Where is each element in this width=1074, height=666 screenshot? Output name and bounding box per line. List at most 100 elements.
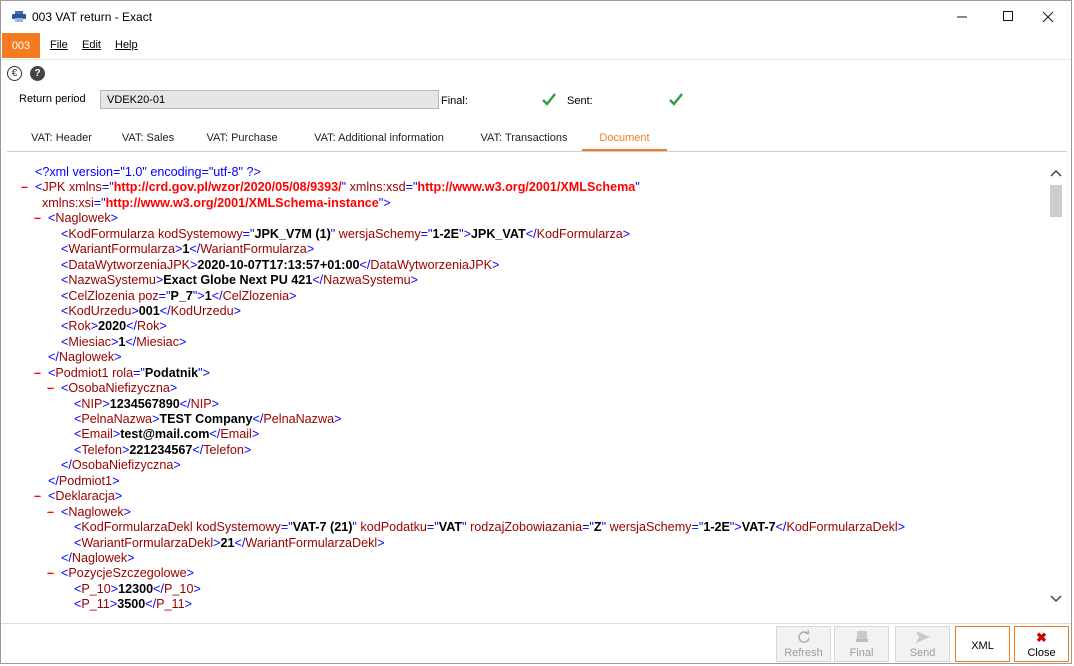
xml-line: <KodUrzedu>001</KodUrzedu> (7, 304, 1047, 319)
xml-label: XML (971, 640, 994, 652)
collapse-toggle[interactable]: – (21, 180, 28, 195)
return-period-field[interactable]: VDEK20-01 (100, 90, 439, 109)
xml-line: </OsobaNiefizyczna> (7, 458, 1047, 473)
send-button[interactable]: Send (895, 626, 950, 662)
tab-vat-purchase[interactable]: VAT: Purchase (197, 129, 287, 151)
tab-vat-transactions[interactable]: VAT: Transactions (471, 129, 577, 151)
menu-edit[interactable]: Edit (82, 39, 101, 51)
xml-line: <WariantFormularza>1</WariantFormularza> (7, 242, 1047, 257)
minimize-icon (956, 16, 967, 18)
vertical-scrollbar[interactable] (1047, 153, 1065, 613)
xml-line-content: </Naglowek> (48, 350, 122, 365)
xml-line-content: <DataWytworzeniaJPK>2020-10-07T17:13:57+… (61, 257, 500, 272)
xml-line: – <PozycjeSzczegolowe> (7, 566, 1047, 581)
xml-line-content: <Miesiac>1</Miesiac> (61, 334, 187, 349)
send-label: Send (909, 647, 936, 659)
xml-line: <CelZlozenia poz="P_7">1</CelZlozenia> (7, 289, 1047, 304)
printer-icon (12, 11, 26, 22)
xml-line-content: <KodFormularza kodSystemowy="JPK_V7M (1)… (61, 226, 631, 241)
xml-line-content: <Naglowek> (61, 504, 132, 519)
final-label: Final: (441, 95, 468, 107)
company-badge[interactable]: 003 (2, 33, 40, 58)
xml-line-content: <OsobaNiefizyczna> (61, 381, 178, 396)
scroll-thumb[interactable] (1050, 185, 1062, 217)
xml-content: <?xml version="1.0" encoding="utf-8" ?> –… (7, 165, 1047, 613)
xml-line: </Podmiot1> (7, 474, 1047, 489)
xml-button[interactable]: XML (955, 626, 1010, 662)
xml-line: <PelnaNazwa>TEST Company</PelnaNazwa> (7, 412, 1047, 427)
maximize-icon (1002, 11, 1013, 21)
xml-line: <NazwaSystemu>Exact Globe Next PU 421</N… (7, 273, 1047, 288)
xml-line-content: </OsobaNiefizyczna> (61, 458, 181, 473)
xml-line: <KodFormularza kodSystemowy="JPK_V7M (1)… (7, 227, 1047, 242)
minimize-button[interactable] (939, 1, 985, 32)
xml-line-content: <WariantFormularza>1</WariantFormularza> (61, 242, 315, 257)
xml-line: <WariantFormularzaDekl>21</WariantFormul… (7, 536, 1047, 551)
sent-label: Sent: (567, 95, 593, 107)
close-button[interactable]: ✖ Close (1014, 626, 1069, 662)
xml-line: <DataWytworzeniaJPK>2020-10-07T17:13:57+… (7, 258, 1047, 273)
xml-line: <Email>test@mail.com</Email> (7, 427, 1047, 442)
final-check-icon (542, 93, 556, 106)
xml-line-content: <NIP>1234567890</NIP> (74, 396, 219, 411)
collapse-toggle[interactable]: – (34, 211, 41, 226)
menu-help[interactable]: Help (115, 39, 138, 51)
xml-line: <Telefon>221234567</Telefon> (7, 443, 1047, 458)
xml-line-content: <KodUrzedu>001</KodUrzedu> (61, 303, 241, 318)
window-close-button[interactable] (1025, 1, 1071, 32)
xml-line-content: <PelnaNazwa>TEST Company</PelnaNazwa> (74, 412, 342, 426)
xml-line-content: <P_10>12300</P_10> (74, 581, 201, 596)
xml-line: – <OsobaNiefizyczna> (7, 381, 1047, 396)
xml-line-content: xmlns:xsi="http://www.w3.org/2001/XMLSch… (42, 195, 391, 210)
send-icon (896, 630, 949, 646)
menu-file-label: File (50, 39, 68, 51)
collapse-toggle[interactable]: – (47, 381, 54, 396)
xml-line: <Miesiac>1</Miesiac> (7, 335, 1047, 350)
tab-vat-additional-information[interactable]: VAT: Additional information (302, 129, 456, 151)
menu-help-label: Help (115, 39, 138, 51)
refresh-icon (777, 629, 830, 646)
xml-line: <P_11>3500</P_11> (7, 597, 1047, 612)
help-icon[interactable]: ? (30, 66, 45, 81)
tab-bar: VAT: Header VAT: Sales VAT: Purchase VAT… (1, 129, 1071, 151)
xml-line-content: <CelZlozenia poz="P_7">1</CelZlozenia> (61, 288, 297, 303)
xml-line-content: <Telefon>221234567</Telefon> (74, 442, 252, 457)
menu-file[interactable]: File (50, 39, 68, 51)
euro-icon[interactable]: € (7, 66, 22, 81)
xml-document-view[interactable]: <?xml version="1.0" encoding="utf-8" ?> –… (7, 151, 1067, 623)
xml-line: – <Deklaracja> (7, 489, 1047, 504)
close-x-icon: ✖ (1036, 630, 1047, 645)
xml-line: </Naglowek> (7, 551, 1047, 566)
xml-line-content: <Podmiot1 rola="Podatnik"> (48, 365, 210, 380)
xml-line: xmlns:xsi="http://www.w3.org/2001/XMLSch… (7, 196, 1047, 211)
xml-line-content: <Email>test@mail.com</Email> (74, 427, 260, 442)
scroll-down-icon[interactable] (1049, 591, 1063, 605)
title-bar: 003 VAT return - Exact (1, 1, 1071, 32)
collapse-toggle[interactable]: – (34, 366, 41, 381)
xml-line-content: <JPK xmlns="http://crd.gov.pl/wzor/2020/… (35, 180, 640, 195)
xml-line: – <Podmiot1 rola="Podatnik"> (7, 366, 1047, 381)
tab-document[interactable]: Document (582, 129, 667, 151)
sent-check-icon (669, 93, 683, 106)
xml-line-content: <PozycjeSzczegolowe> (61, 566, 195, 581)
collapse-toggle[interactable]: – (47, 505, 54, 520)
refresh-button[interactable]: Refresh (776, 626, 831, 662)
xml-line-content: <Deklaracja> (48, 489, 123, 504)
xml-line: – <Naglowek> (7, 211, 1047, 226)
final-button[interactable]: Final (834, 626, 889, 662)
xml-line: <NIP>1234567890</NIP> (7, 397, 1047, 412)
xml-line: <P_10>12300</P_10> (7, 582, 1047, 597)
return-period-label: Return period (19, 93, 86, 105)
collapse-toggle[interactable]: – (34, 489, 41, 504)
close-icon (1042, 11, 1054, 22)
collapse-toggle[interactable]: – (47, 566, 54, 581)
menu-bar: 003 File Edit Help (1, 33, 1071, 58)
scroll-up-icon[interactable] (1049, 167, 1063, 181)
tab-vat-sales[interactable]: VAT: Sales (113, 129, 183, 151)
xml-line: – <JPK xmlns="http://crd.gov.pl/wzor/2020… (7, 180, 1047, 195)
window-title: 003 VAT return - Exact (32, 10, 153, 24)
tab-vat-header[interactable]: VAT: Header (19, 129, 104, 151)
xml-line-content: <KodFormularzaDekl kodSystemowy="VAT-7 (… (74, 520, 906, 535)
xml-line-content: <Rok>2020</Rok> (61, 319, 167, 334)
xml-line-content: </Naglowek> (61, 550, 135, 565)
